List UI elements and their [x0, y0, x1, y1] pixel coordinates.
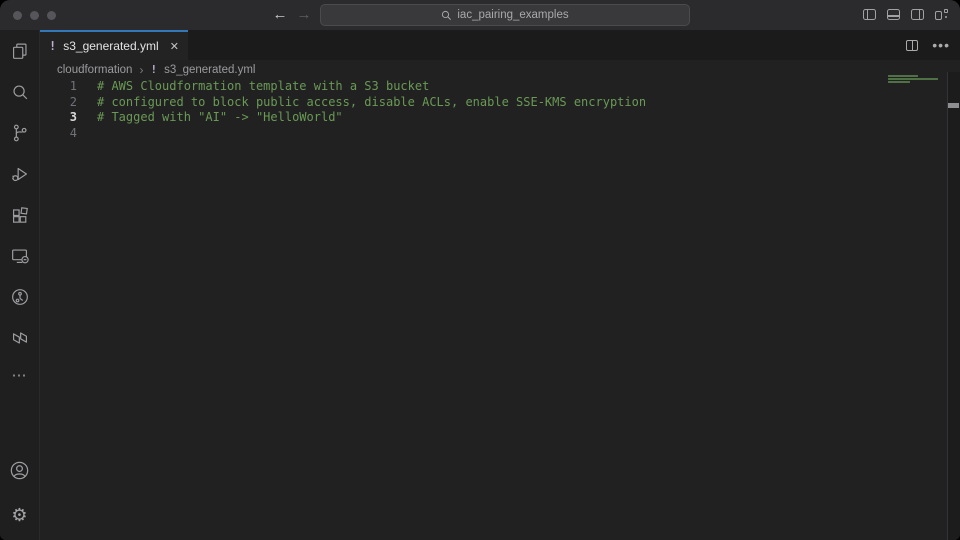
maximize-window-icon[interactable]: [47, 11, 56, 20]
minimap[interactable]: [888, 75, 948, 85]
history-forward-icon[interactable]: →: [292, 3, 316, 27]
yaml-file-icon: !: [49, 39, 56, 53]
traffic-lights[interactable]: [13, 11, 56, 20]
minimize-window-icon[interactable]: [30, 11, 39, 20]
customize-layout-icon[interactable]: [935, 9, 948, 20]
toggle-panel-icon[interactable]: [887, 9, 900, 20]
line-number: 3: [40, 110, 77, 126]
editor-tab-bar: ! s3_generated.yml ✕ •••: [40, 30, 960, 60]
search-sidebar-icon[interactable]: [0, 71, 40, 112]
line-code: # AWS Cloudformation template with a S3 …: [77, 79, 429, 95]
line-code: [77, 126, 97, 142]
toggle-secondary-sidebar-icon[interactable]: [911, 9, 924, 20]
minimap-line-mark: [888, 75, 918, 77]
overview-ruler-border: [947, 72, 948, 540]
code-line[interactable]: 3 # Tagged with "AI" -> "HelloWorld": [40, 110, 947, 126]
explorer-icon[interactable]: [0, 30, 40, 71]
tab-label: s3_generated.yml: [63, 39, 158, 53]
account-icon[interactable]: [0, 450, 40, 491]
tab-s3-generated-yml[interactable]: ! s3_generated.yml ✕: [40, 30, 188, 60]
line-number: 1: [40, 79, 77, 95]
code-line[interactable]: 1 # AWS Cloudformation template with a S…: [40, 79, 947, 95]
extensions-icon[interactable]: [0, 194, 40, 235]
command-center-text: iac_pairing_examples: [457, 9, 568, 21]
git-graph-icon[interactable]: [0, 276, 40, 317]
line-code: # Tagged with "AI" -> "HelloWorld": [77, 110, 343, 126]
history-back-icon[interactable]: ←: [268, 3, 292, 27]
settings-gear-icon[interactable]: ⚙: [0, 495, 40, 536]
toggle-primary-sidebar-icon[interactable]: [863, 9, 876, 20]
code-line[interactable]: 2 # configured to block public access, d…: [40, 95, 947, 111]
more-actions-icon[interactable]: •••: [932, 37, 950, 53]
command-center-search[interactable]: iac_pairing_examples: [320, 4, 690, 26]
code-editor[interactable]: 1 # AWS Cloudformation template with a S…: [40, 79, 947, 540]
run-and-debug-icon[interactable]: [0, 153, 40, 194]
activity-bar: ⋯ ⚙: [0, 30, 40, 540]
editor-actions: •••: [906, 30, 950, 60]
chevron-right-icon: ›: [139, 63, 143, 77]
breadcrumb-file[interactable]: s3_generated.yml: [164, 64, 255, 76]
terraform-icon[interactable]: [0, 317, 40, 358]
titlebar: ← → iac_pairing_examples: [0, 0, 960, 30]
code-line[interactable]: 4: [40, 126, 947, 142]
search-icon: [441, 10, 452, 21]
overview-ruler-cursor-marker: [948, 103, 959, 108]
yaml-file-icon: !: [150, 63, 157, 76]
breadcrumb-folder[interactable]: cloudformation: [57, 64, 132, 76]
line-code: # configured to block public access, dis…: [77, 95, 646, 111]
minimap-line-mark: [888, 81, 910, 83]
minimap-line-mark: [888, 78, 938, 80]
tab-close-icon[interactable]: ✕: [170, 40, 179, 53]
breadcrumb: cloudformation › ! s3_generated.yml: [40, 60, 960, 79]
additional-views-icon[interactable]: ⋯: [12, 358, 28, 392]
split-editor-icon[interactable]: [906, 40, 918, 51]
vscode-window: ← → iac_pairing_examples: [0, 0, 960, 540]
editor-lines: 1 # AWS Cloudformation template with a S…: [40, 79, 947, 141]
scrollbar-strip[interactable]: [948, 72, 960, 540]
line-number: 2: [40, 95, 77, 111]
remote-explorer-icon[interactable]: [0, 235, 40, 276]
line-number: 4: [40, 126, 77, 142]
close-window-icon[interactable]: [13, 11, 22, 20]
source-control-icon[interactable]: [0, 112, 40, 153]
layout-controls: [863, 9, 948, 20]
